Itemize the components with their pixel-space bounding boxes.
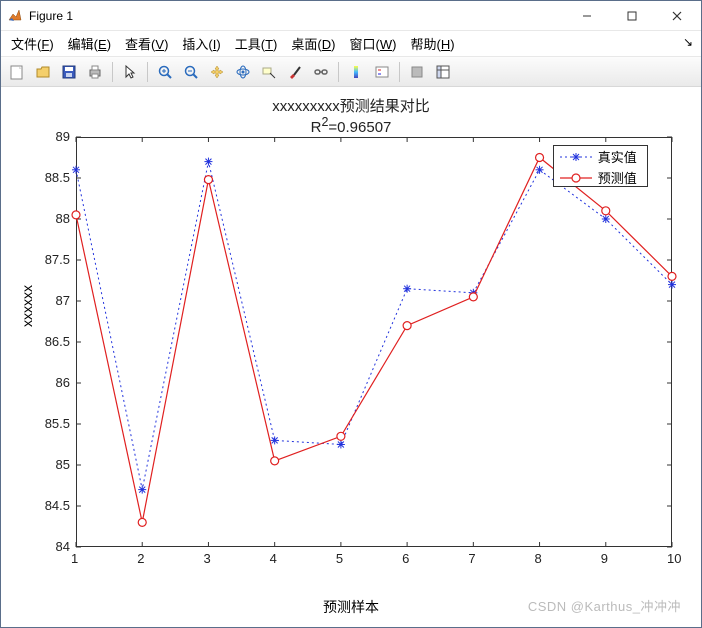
- legend[interactable]: 真实值预测值: [553, 145, 648, 187]
- x-tick-label: 5: [336, 551, 343, 566]
- figure-window: Figure 1 文件(F) 编辑(E) 查看(V) 插入(I) 工具(T) 桌…: [0, 0, 702, 628]
- x-tick-label: 3: [203, 551, 210, 566]
- new-figure-button[interactable]: [5, 60, 29, 84]
- y-tick-label: 86: [36, 375, 70, 390]
- save-button[interactable]: [57, 60, 81, 84]
- menu-help[interactable]: 帮助(H): [410, 34, 454, 53]
- rotate-3d-button[interactable]: [231, 60, 255, 84]
- menu-window[interactable]: 窗口(W): [349, 34, 396, 53]
- y-axis-label: xxxxxx: [19, 285, 35, 327]
- x-tick-label: 6: [402, 551, 409, 566]
- brush-button[interactable]: [283, 60, 307, 84]
- insert-colorbar-button[interactable]: [344, 60, 368, 84]
- x-tick-label: 9: [601, 551, 608, 566]
- hide-plot-tools-button[interactable]: [405, 60, 429, 84]
- menu-bar: 文件(F) 编辑(E) 查看(V) 插入(I) 工具(T) 桌面(D) 窗口(W…: [1, 31, 701, 57]
- y-tick-label: 84: [36, 539, 70, 554]
- zoom-out-button[interactable]: [179, 60, 203, 84]
- print-button[interactable]: [83, 60, 107, 84]
- minimize-button[interactable]: [564, 2, 609, 30]
- y-tick-label: 88.5: [36, 170, 70, 185]
- matlab-logo-icon: [7, 8, 23, 24]
- open-button[interactable]: [31, 60, 55, 84]
- insert-legend-button[interactable]: [370, 60, 394, 84]
- data-cursor-button[interactable]: [257, 60, 281, 84]
- x-tick-label: 2: [137, 551, 144, 566]
- menu-desktop[interactable]: 桌面(D): [291, 34, 335, 53]
- legend-item: 真实值: [554, 146, 647, 167]
- y-tick-label: 85: [36, 457, 70, 472]
- x-tick-label: 10: [667, 551, 681, 566]
- figure-canvas: xxxxxxxxx预测结果对比 R2=0.96507 xxxxxx 预测样本 C…: [1, 87, 701, 627]
- link-data-button[interactable]: [309, 60, 333, 84]
- x-axis-label: 预测样本: [1, 597, 701, 617]
- maximize-button[interactable]: [609, 2, 654, 30]
- x-tick-label: 8: [535, 551, 542, 566]
- y-tick-label: 88: [36, 211, 70, 226]
- y-tick-label: 84.5: [36, 498, 70, 513]
- pointer-button[interactable]: [118, 60, 142, 84]
- menu-edit[interactable]: 编辑(E): [68, 34, 111, 53]
- x-tick-label: 1: [71, 551, 78, 566]
- close-button[interactable]: [654, 2, 699, 30]
- show-plot-tools-button[interactable]: [431, 60, 455, 84]
- menu-file[interactable]: 文件(F): [11, 34, 54, 53]
- x-tick-label: 4: [270, 551, 277, 566]
- x-tick-label: 7: [468, 551, 475, 566]
- menu-view[interactable]: 查看(V): [125, 34, 168, 53]
- menu-overflow-icon[interactable]: ↘: [683, 35, 693, 49]
- legend-item: 预测值: [554, 167, 647, 188]
- plot-area: [76, 137, 672, 547]
- y-tick-label: 85.5: [36, 416, 70, 431]
- legend-label: 真实值: [598, 147, 637, 166]
- y-tick-label: 86.5: [36, 334, 70, 349]
- y-tick-label: 89: [36, 129, 70, 144]
- menu-tools[interactable]: 工具(T): [235, 34, 278, 53]
- toolbar: [1, 57, 701, 87]
- y-tick-label: 87: [36, 293, 70, 308]
- legend-label: 预测值: [598, 168, 637, 187]
- y-tick-label: 87.5: [36, 252, 70, 267]
- window-title: Figure 1: [29, 9, 564, 23]
- title-bar: Figure 1: [1, 1, 701, 31]
- menu-insert[interactable]: 插入(I): [182, 34, 220, 53]
- zoom-in-button[interactable]: [153, 60, 177, 84]
- chart-subtitle: R2=0.96507: [1, 115, 701, 136]
- pan-button[interactable]: [205, 60, 229, 84]
- chart-title: xxxxxxxxx预测结果对比: [1, 95, 701, 116]
